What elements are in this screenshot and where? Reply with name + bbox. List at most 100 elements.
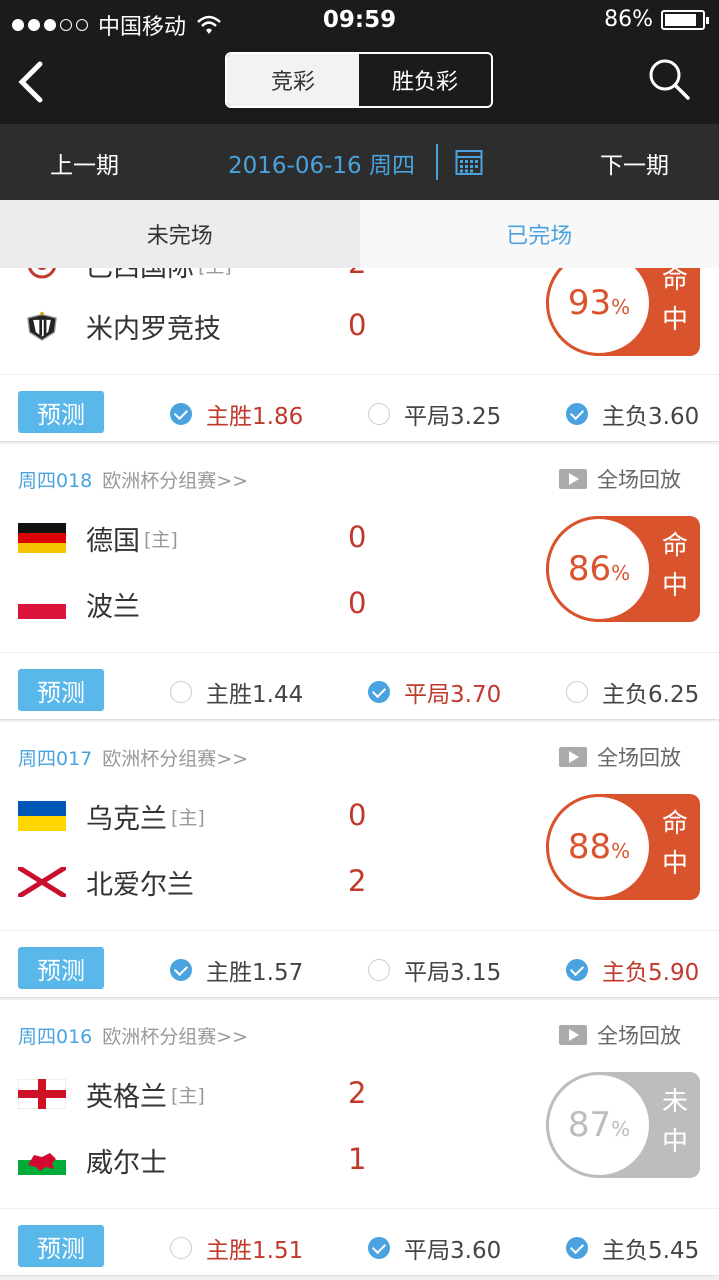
percent-value: 86 bbox=[567, 549, 612, 589]
odds-draw[interactable]: 平局3.60 bbox=[368, 1231, 501, 1265]
check-icon bbox=[170, 959, 192, 981]
date-divider bbox=[436, 144, 438, 180]
home-score: 2 bbox=[348, 268, 366, 280]
prediction-ring: 88% bbox=[546, 794, 652, 900]
odds-away-win[interactable]: 主负3.60 bbox=[566, 397, 699, 431]
match-card[interactable]: 巴西国际 [主] 2 米内罗竞技 0 93% 命中 预测 主胜1.86 平局3.… bbox=[0, 268, 719, 442]
tab-unfinished[interactable]: 未完场 bbox=[0, 200, 360, 268]
team-name: 乌克兰 bbox=[86, 803, 167, 835]
top-bar: 中国移动 09:59 86% 竞彩 胜负彩 bbox=[0, 0, 719, 124]
percent-unit: % bbox=[611, 295, 631, 319]
odds-away-win[interactable]: 主负6.25 bbox=[566, 675, 699, 709]
radio-icon bbox=[566, 681, 588, 703]
away-score: 1 bbox=[348, 1142, 367, 1176]
prediction-badge: 87% 未中 bbox=[546, 1072, 700, 1178]
search-icon[interactable] bbox=[648, 58, 690, 100]
odds-home-win[interactable]: 主胜1.51 bbox=[170, 1231, 303, 1265]
odds-draw[interactable]: 平局3.70 bbox=[368, 675, 501, 709]
lottery-type-switch: 竞彩 胜负彩 bbox=[225, 52, 493, 108]
percent-value: 88 bbox=[567, 827, 612, 867]
host-tag: [主] bbox=[171, 806, 205, 829]
northern-ireland-flag-icon bbox=[18, 867, 66, 897]
prediction-percent: 88% bbox=[568, 827, 630, 867]
match-list[interactable]: 巴西国际 [主] 2 米内罗竞技 0 93% 命中 预测 主胜1.86 平局3.… bbox=[0, 268, 719, 1280]
play-icon bbox=[559, 1025, 587, 1045]
prediction-percent: 86% bbox=[568, 549, 630, 589]
prev-period-button[interactable]: 上一期 bbox=[50, 146, 119, 180]
odds-draw[interactable]: 平局3.15 bbox=[368, 953, 501, 987]
predict-button[interactable]: 预测 bbox=[18, 1225, 104, 1267]
league-link[interactable]: 欧洲杯分组赛>> bbox=[102, 1026, 248, 1048]
match-card[interactable]: 周四017 欧洲杯分组赛>> 全场回放 乌克兰 [主] 0 北爱尔兰 2 88% … bbox=[0, 722, 719, 998]
tab-shengfucai[interactable]: 胜负彩 bbox=[359, 54, 491, 106]
away-team: 米内罗竞技 bbox=[18, 306, 221, 346]
replay-button[interactable]: 全场回放 bbox=[559, 464, 681, 494]
play-icon bbox=[559, 469, 587, 489]
odds-label: 主胜1.57 bbox=[206, 960, 304, 986]
percent-value: 93 bbox=[567, 283, 612, 323]
match-status-tabs: 未完场 已完场 bbox=[0, 200, 719, 268]
away-team: 波兰 bbox=[18, 584, 140, 624]
germany-flag-icon bbox=[18, 523, 66, 553]
odds-label: 平局3.15 bbox=[404, 960, 502, 986]
check-icon bbox=[566, 403, 588, 425]
odds-home-win[interactable]: 主胜1.86 bbox=[170, 397, 303, 431]
percent-unit: % bbox=[611, 561, 631, 585]
odds-draw[interactable]: 平局3.25 bbox=[368, 397, 501, 431]
radio-icon bbox=[368, 959, 390, 981]
prediction-badge: 93% 命中 bbox=[546, 268, 700, 356]
next-period-button[interactable]: 下一期 bbox=[600, 146, 669, 180]
replay-button[interactable]: 全场回放 bbox=[559, 742, 681, 772]
odds-label: 主负6.25 bbox=[602, 682, 700, 708]
odds-label: 主胜1.86 bbox=[206, 404, 304, 430]
percent-unit: % bbox=[611, 1117, 631, 1141]
replay-button[interactable]: 全场回放 bbox=[559, 1020, 681, 1050]
percent-unit: % bbox=[611, 839, 631, 863]
calendar-icon[interactable] bbox=[455, 148, 483, 176]
match-card[interactable]: 周四016 欧洲杯分组赛>> 全场回放 英格兰 [主] 2 威尔士 1 87% 未… bbox=[0, 1000, 719, 1276]
predict-button[interactable]: 预测 bbox=[18, 947, 104, 989]
prediction-badge: 88% 命中 bbox=[546, 794, 700, 900]
status-bar: 中国移动 09:59 86% bbox=[0, 0, 719, 40]
prediction-result: 命中 bbox=[661, 809, 688, 879]
percent-value: 87 bbox=[567, 1105, 612, 1145]
odds-home-win[interactable]: 主胜1.44 bbox=[170, 675, 303, 709]
league-link[interactable]: 欧洲杯分组赛>> bbox=[102, 748, 248, 770]
odds-label: 平局3.25 bbox=[404, 404, 502, 430]
play-icon bbox=[559, 747, 587, 767]
odds-label: 平局3.60 bbox=[404, 1238, 502, 1264]
predict-button[interactable]: 预测 bbox=[18, 669, 104, 711]
prediction-percent: 87% bbox=[568, 1105, 630, 1145]
home-team: 英格兰 [主] bbox=[18, 1074, 205, 1114]
team-name: 巴西国际 bbox=[86, 268, 194, 284]
away-score: 2 bbox=[348, 864, 367, 898]
tab-jingcai[interactable]: 竞彩 bbox=[227, 54, 359, 106]
host-tag: [主] bbox=[144, 528, 178, 551]
odds-away-win[interactable]: 主负5.90 bbox=[566, 953, 699, 987]
current-date[interactable]: 2016-06-16 周四 bbox=[228, 146, 415, 180]
team-name: 英格兰 bbox=[86, 1081, 167, 1113]
back-chevron-icon[interactable] bbox=[14, 60, 48, 104]
wales-flag-icon bbox=[18, 1145, 66, 1175]
odds-home-win[interactable]: 主胜1.57 bbox=[170, 953, 303, 987]
team-name: 波兰 bbox=[86, 591, 140, 623]
league-link[interactable]: 欧洲杯分组赛>> bbox=[102, 470, 248, 492]
radio-icon bbox=[170, 1237, 192, 1259]
odds-away-win[interactable]: 主负5.45 bbox=[566, 1231, 699, 1265]
england-flag-icon bbox=[18, 1079, 66, 1109]
team-crest-icon bbox=[27, 311, 57, 341]
radio-icon bbox=[368, 403, 390, 425]
match-code: 周四017 bbox=[18, 748, 93, 770]
date-bar: 上一期 2016-06-16 周四 下一期 bbox=[0, 124, 719, 200]
radio-icon bbox=[170, 681, 192, 703]
odds-label: 平局3.70 bbox=[404, 682, 502, 708]
team-name: 北爱尔兰 bbox=[86, 869, 194, 901]
prediction-result: 命中 bbox=[661, 531, 688, 601]
check-icon bbox=[566, 959, 588, 981]
prediction-ring: 93% bbox=[546, 268, 652, 356]
odds-row: 预测 主胜1.57 平局3.15 主负5.90 bbox=[0, 930, 719, 998]
predict-button[interactable]: 预测 bbox=[18, 391, 104, 433]
tab-finished[interactable]: 已完场 bbox=[359, 200, 719, 268]
home-score: 0 bbox=[348, 520, 367, 554]
match-card[interactable]: 周四018 欧洲杯分组赛>> 全场回放 德国 [主] 0 波兰 0 86% 命中 … bbox=[0, 444, 719, 720]
